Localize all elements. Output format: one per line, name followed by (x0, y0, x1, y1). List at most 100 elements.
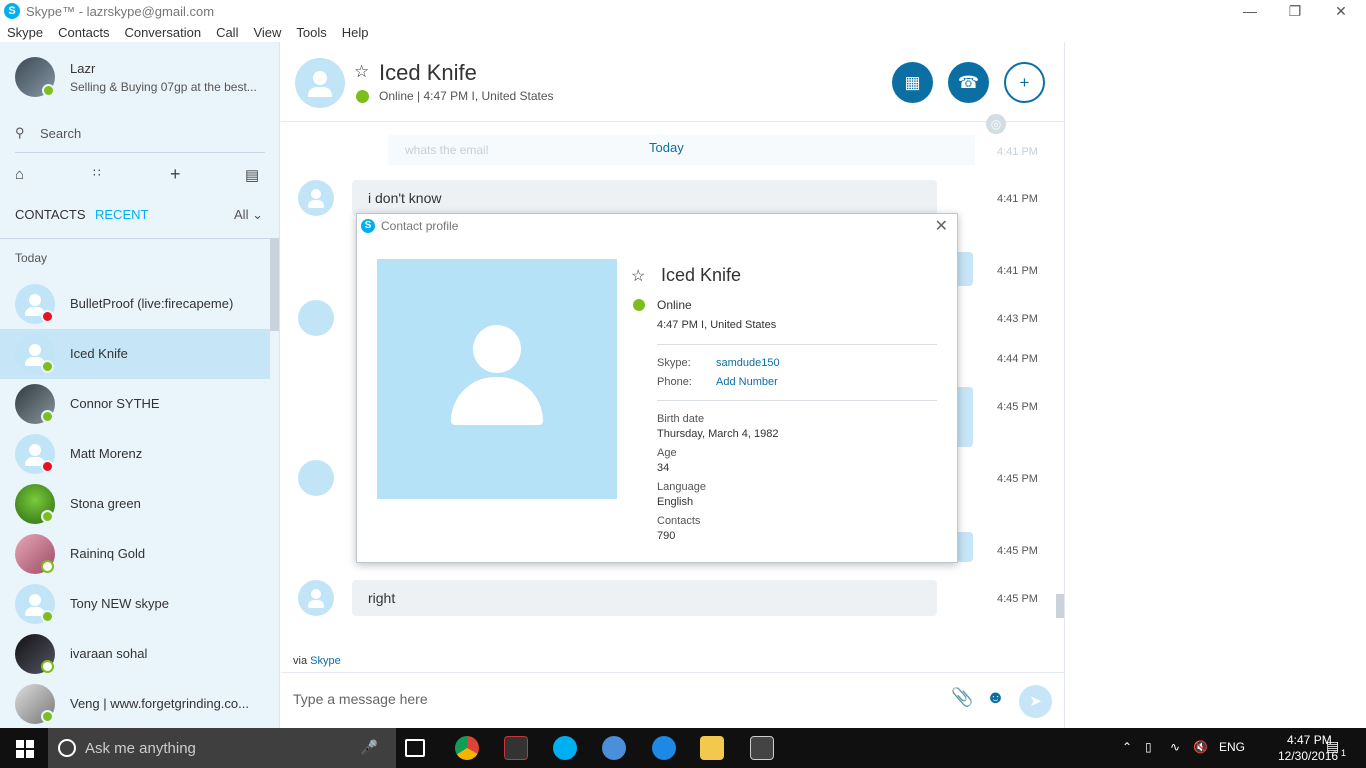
menu-skype[interactable]: Skype (7, 25, 43, 40)
app-icon[interactable] (602, 736, 626, 760)
taskbar: Ask me anything 🎤 ⌃ ▯ ∿ 🔇 ENG 4:47 PM 12… (0, 728, 1366, 768)
menu-tools[interactable]: Tools (296, 25, 326, 40)
add-icon[interactable]: + (170, 164, 181, 185)
restore-button[interactable]: ❐ (1272, 0, 1318, 22)
online-status-icon (356, 90, 369, 103)
contact-name: ivaraan sohal (70, 646, 148, 661)
contact-name: Veng | www.forgetgrinding.co... (70, 696, 249, 711)
skype-logo-icon: S (361, 219, 375, 233)
contact-profile-dialog: S Contact profile ✕ ☆ Iced Knife Online … (356, 213, 958, 563)
contact-name: Connor SYTHE (70, 396, 160, 411)
conversation-title[interactable]: Iced Knife (379, 60, 477, 86)
clock-time[interactable]: 4:47 PM (1287, 733, 1332, 747)
list-item[interactable]: BulletProof (live:firecapeme) (0, 279, 270, 329)
contacts-count-value: 790 (657, 530, 676, 542)
tab-contacts[interactable]: CONTACTS (15, 207, 86, 222)
skype-label: Skype: (657, 357, 691, 369)
list-item[interactable]: ivaraan sohal (0, 629, 270, 679)
video-call-button[interactable]: ▦ (892, 62, 933, 103)
notifications-icon[interactable]: ▤ (1326, 738, 1339, 755)
minimize-button[interactable]: — (1227, 0, 1273, 22)
video-camera-icon: ▦ (904, 73, 921, 92)
home-icon[interactable]: ⌂ (15, 166, 24, 183)
message-bubble[interactable]: right (352, 580, 937, 616)
avatar[interactable] (295, 58, 345, 108)
add-number-link[interactable]: Add Number (716, 376, 778, 388)
list-item[interactable]: Raininq Gold (0, 529, 270, 579)
bot-icon[interactable]: ▤ (245, 166, 259, 184)
list-item[interactable]: Veng | www.forgetgrinding.co... (0, 679, 270, 728)
menu-help[interactable]: Help (342, 25, 369, 40)
tab-recent[interactable]: RECENT (95, 207, 148, 222)
list-item[interactable]: Stona green (0, 479, 270, 529)
emoticon-icon[interactable]: ☻ (986, 687, 1005, 708)
sidebar-scrollbar[interactable] (270, 239, 279, 331)
today-label: Today (649, 140, 684, 155)
my-profile[interactable]: Lazr Selling & Buying 07gp at the best..… (15, 57, 275, 102)
notification-count: 1 (1341, 748, 1347, 758)
skype-taskbar-icon[interactable] (553, 736, 577, 760)
conversation-status: Online | 4:47 PM I, United States (379, 89, 554, 103)
battery-icon[interactable]: ▯ (1145, 740, 1152, 754)
filter-dropdown[interactable]: All ⌄ (234, 207, 263, 223)
busy-status-icon (41, 310, 54, 323)
list-item[interactable]: Connor SYTHE (0, 379, 270, 429)
chevron-up-icon[interactable]: ⌃ (1122, 740, 1132, 754)
osbuddy-icon[interactable] (504, 736, 528, 760)
favorite-star-icon[interactable]: ☆ (631, 266, 645, 286)
dialpad-icon[interactable]: ∷ (93, 166, 101, 180)
message-time: 4:44 PM (997, 353, 1038, 365)
message-time: 4:41 PM (997, 146, 1038, 158)
online-status-icon (41, 610, 54, 623)
contact-name: Tony NEW skype (70, 596, 169, 611)
search-icon: ⚲ (15, 125, 25, 140)
avatar (298, 580, 334, 616)
age-value: 34 (657, 462, 670, 474)
skype-name-value[interactable]: samdude150 (716, 357, 780, 369)
message-time: 4:43 PM (997, 313, 1038, 325)
message-bubble[interactable]: i don't know (352, 180, 937, 216)
audio-call-button[interactable]: ☎ (948, 62, 989, 103)
divider (657, 400, 937, 401)
file-explorer-icon[interactable] (700, 736, 724, 760)
task-view-icon[interactable] (405, 739, 425, 757)
windows-start-icon[interactable] (16, 740, 34, 758)
faded-message-text: whats the email (405, 143, 489, 157)
calculator-icon[interactable] (750, 736, 774, 760)
chrome-icon[interactable] (455, 736, 479, 760)
sidebar: Lazr Selling & Buying 07gp at the best..… (0, 42, 280, 728)
list-item[interactable]: Matt Morenz (0, 429, 270, 479)
list-item[interactable]: Iced Knife (0, 329, 270, 379)
profile-name: Iced Knife (661, 265, 742, 285)
add-people-button[interactable]: + (1004, 62, 1045, 103)
avatar (298, 460, 334, 496)
cortana-search-box[interactable]: Ask me anything 🎤 (48, 728, 396, 768)
title-bar: S Skype™ - lazrskype@gmail.com — ❐ ✕ (0, 0, 1366, 22)
send-button[interactable]: ➤ (1019, 685, 1052, 718)
list-item[interactable]: Tony NEW skype (0, 579, 270, 629)
message-input[interactable] (293, 687, 893, 711)
close-icon[interactable]: ✕ (935, 216, 948, 236)
date-separator: whats the email Today (388, 135, 975, 165)
language-indicator[interactable]: ENG (1219, 740, 1245, 754)
via-skype-link[interactable]: Skype (310, 655, 341, 667)
tabs-divider (0, 238, 279, 239)
close-window-button[interactable]: ✕ (1318, 0, 1364, 22)
volume-mute-icon[interactable]: 🔇 (1193, 740, 1208, 754)
favorite-star-icon[interactable]: ☆ (354, 62, 369, 82)
conversation-header: ☆ Iced Knife Online | 4:47 PM I, United … (281, 42, 1065, 122)
day-label: Today (15, 251, 48, 265)
menu-view[interactable]: View (253, 25, 281, 40)
wifi-icon[interactable]: ∿ (1170, 740, 1180, 754)
paperclip-icon[interactable]: 📎 (951, 687, 973, 708)
menu-conversation[interactable]: Conversation (124, 25, 201, 40)
edge-icon[interactable] (652, 736, 676, 760)
add-person-icon: + (1019, 73, 1030, 92)
language-label: Language (657, 481, 706, 493)
menu-contacts[interactable]: Contacts (58, 25, 109, 40)
menu-bar: Skype Contacts Conversation Call View To… (0, 22, 384, 42)
chat-scrollbar[interactable] (1056, 594, 1064, 618)
menu-call[interactable]: Call (216, 25, 238, 40)
search-box[interactable]: ⚲ Search (15, 123, 265, 153)
microphone-icon[interactable]: 🎤 (361, 739, 378, 756)
